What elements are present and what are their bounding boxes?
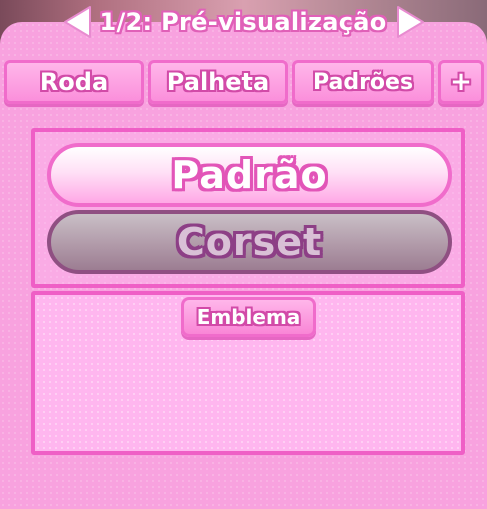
option-label: Corset xyxy=(176,220,323,264)
tab-label: Palheta xyxy=(166,68,270,96)
add-tab-button[interactable]: + xyxy=(438,60,484,104)
prev-page-button[interactable] xyxy=(60,4,94,40)
emblem-label: Emblema xyxy=(196,305,301,329)
tab-label: Roda xyxy=(39,68,109,96)
option-corset-button[interactable]: Corset xyxy=(47,210,452,274)
option-label: Padrão xyxy=(171,153,328,197)
emblem-button[interactable]: Emblema xyxy=(181,297,316,337)
tab-roda[interactable]: Roda xyxy=(4,60,144,104)
triangle-right-icon xyxy=(397,6,424,38)
tab-padroes[interactable]: Padrões xyxy=(292,60,434,104)
option-padrao-button[interactable]: Padrão xyxy=(47,143,452,207)
tab-palheta[interactable]: Palheta xyxy=(148,60,288,104)
next-page-button[interactable] xyxy=(394,4,428,40)
tab-label: Padrões xyxy=(312,69,414,95)
triangle-left-icon xyxy=(64,6,91,38)
plus-icon: + xyxy=(450,67,472,97)
title-bar: 1/2: Pré-visualização xyxy=(62,0,424,44)
page-title: 1/2: Pré-visualização xyxy=(99,8,387,36)
